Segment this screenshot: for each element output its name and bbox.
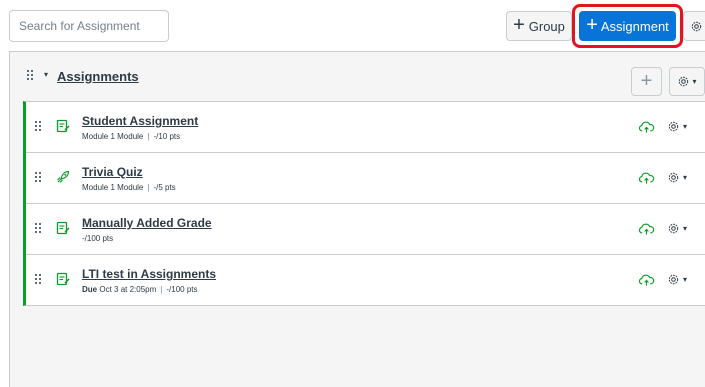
assignment-settings-button[interactable]: ▾ bbox=[667, 120, 687, 133]
add-assignment-button[interactable]: + Assignment bbox=[579, 11, 676, 41]
chevron-down-icon: ▾ bbox=[683, 224, 688, 233]
gear-icon bbox=[691, 21, 702, 31]
assignment-icon bbox=[56, 119, 70, 133]
plus-icon: + bbox=[586, 14, 598, 36]
gear-icon bbox=[668, 172, 679, 183]
plus-icon: + bbox=[640, 70, 653, 92]
collapse-caret-icon[interactable]: ▾ bbox=[44, 70, 48, 79]
drag-handle-icon[interactable] bbox=[27, 70, 33, 80]
assignment-module: Module 1 Module bbox=[82, 132, 144, 141]
assignment-row[interactable]: LTI test in Assignments Due Oct 3 at 2:0… bbox=[26, 255, 705, 306]
assignment-list: Student Assignment Module 1 Module | -/10 … bbox=[23, 101, 705, 306]
assignment-group-header: ▾ Assignments + ▾ bbox=[10, 52, 705, 101]
settings-menu-button[interactable]: ▾ bbox=[683, 11, 705, 41]
assignment-group-panel: ▾ Assignments + ▾ Student Assignment Mod… bbox=[9, 51, 705, 387]
gear-icon bbox=[668, 223, 679, 234]
assignment-meta: Due Oct 3 at 2:05pm | -/100 pts bbox=[82, 285, 198, 294]
drag-handle-icon[interactable] bbox=[35, 172, 41, 182]
assignment-points: -/100 pts bbox=[166, 285, 198, 294]
due-date: Oct 3 at 2:05pm bbox=[99, 285, 157, 294]
drag-handle-icon[interactable] bbox=[35, 121, 41, 131]
published-cloud-icon[interactable] bbox=[638, 171, 655, 185]
assignment-points: -/100 pts bbox=[82, 234, 114, 243]
assignment-icon bbox=[56, 221, 70, 235]
add-assignment-label: Assignment bbox=[600, 18, 669, 34]
assignment-meta: -/100 pts bbox=[82, 234, 113, 243]
add-assignment-to-group-button[interactable]: + bbox=[631, 67, 662, 96]
assignment-row[interactable]: Manually Added Grade -/100 pts ▾ bbox=[26, 204, 705, 255]
due-label: Due bbox=[82, 285, 98, 294]
published-cloud-icon[interactable] bbox=[638, 222, 655, 236]
assignment-title-link[interactable]: Student Assignment bbox=[82, 114, 198, 128]
plus-icon: + bbox=[513, 14, 525, 36]
assignment-title-link[interactable]: LTI test in Assignments bbox=[82, 267, 216, 281]
assignment-module: Module 1 Module bbox=[82, 183, 144, 192]
assignment-row[interactable]: Student Assignment Module 1 Module | -/10 … bbox=[26, 102, 705, 153]
published-cloud-icon[interactable] bbox=[638, 120, 655, 134]
assignments-toolbar: + Group + Assignment ▾ bbox=[0, 0, 705, 50]
quiz-icon bbox=[57, 170, 70, 183]
chevron-down-icon: ▾ bbox=[683, 275, 688, 284]
drag-handle-icon[interactable] bbox=[35, 274, 41, 284]
assignment-title-link[interactable]: Manually Added Grade bbox=[82, 216, 212, 230]
gear-icon bbox=[668, 121, 679, 132]
assignment-settings-button[interactable]: ▾ bbox=[667, 222, 687, 235]
assignment-settings-button[interactable]: ▾ bbox=[667, 273, 687, 286]
assignment-settings-button[interactable]: ▾ bbox=[667, 171, 687, 184]
assignment-title-link[interactable]: Trivia Quiz bbox=[82, 165, 143, 179]
assignment-meta: Module 1 Module | -/10 pts bbox=[82, 132, 181, 141]
drag-handle-icon[interactable] bbox=[35, 223, 41, 233]
chevron-down-icon: ▾ bbox=[692, 77, 697, 86]
search-assignment-input[interactable] bbox=[9, 10, 169, 42]
group-settings-button[interactable]: ▾ bbox=[669, 67, 705, 96]
add-group-label: Group bbox=[528, 18, 565, 34]
gear-icon bbox=[668, 274, 679, 285]
assignment-row[interactable]: Trivia Quiz Module 1 Module | -/5 pts ▾ bbox=[26, 153, 705, 204]
assignment-meta: Module 1 Module | -/5 pts bbox=[82, 183, 176, 192]
assignment-icon bbox=[56, 272, 70, 286]
assignment-points: -/5 pts bbox=[153, 183, 176, 192]
add-group-button[interactable]: + Group bbox=[506, 11, 572, 41]
assignment-points: -/10 pts bbox=[153, 132, 181, 141]
chevron-down-icon: ▾ bbox=[683, 122, 688, 131]
gear-icon bbox=[679, 76, 689, 87]
published-cloud-icon[interactable] bbox=[638, 273, 655, 287]
assignment-group-title[interactable]: Assignments bbox=[57, 69, 139, 84]
chevron-down-icon: ▾ bbox=[683, 173, 688, 182]
